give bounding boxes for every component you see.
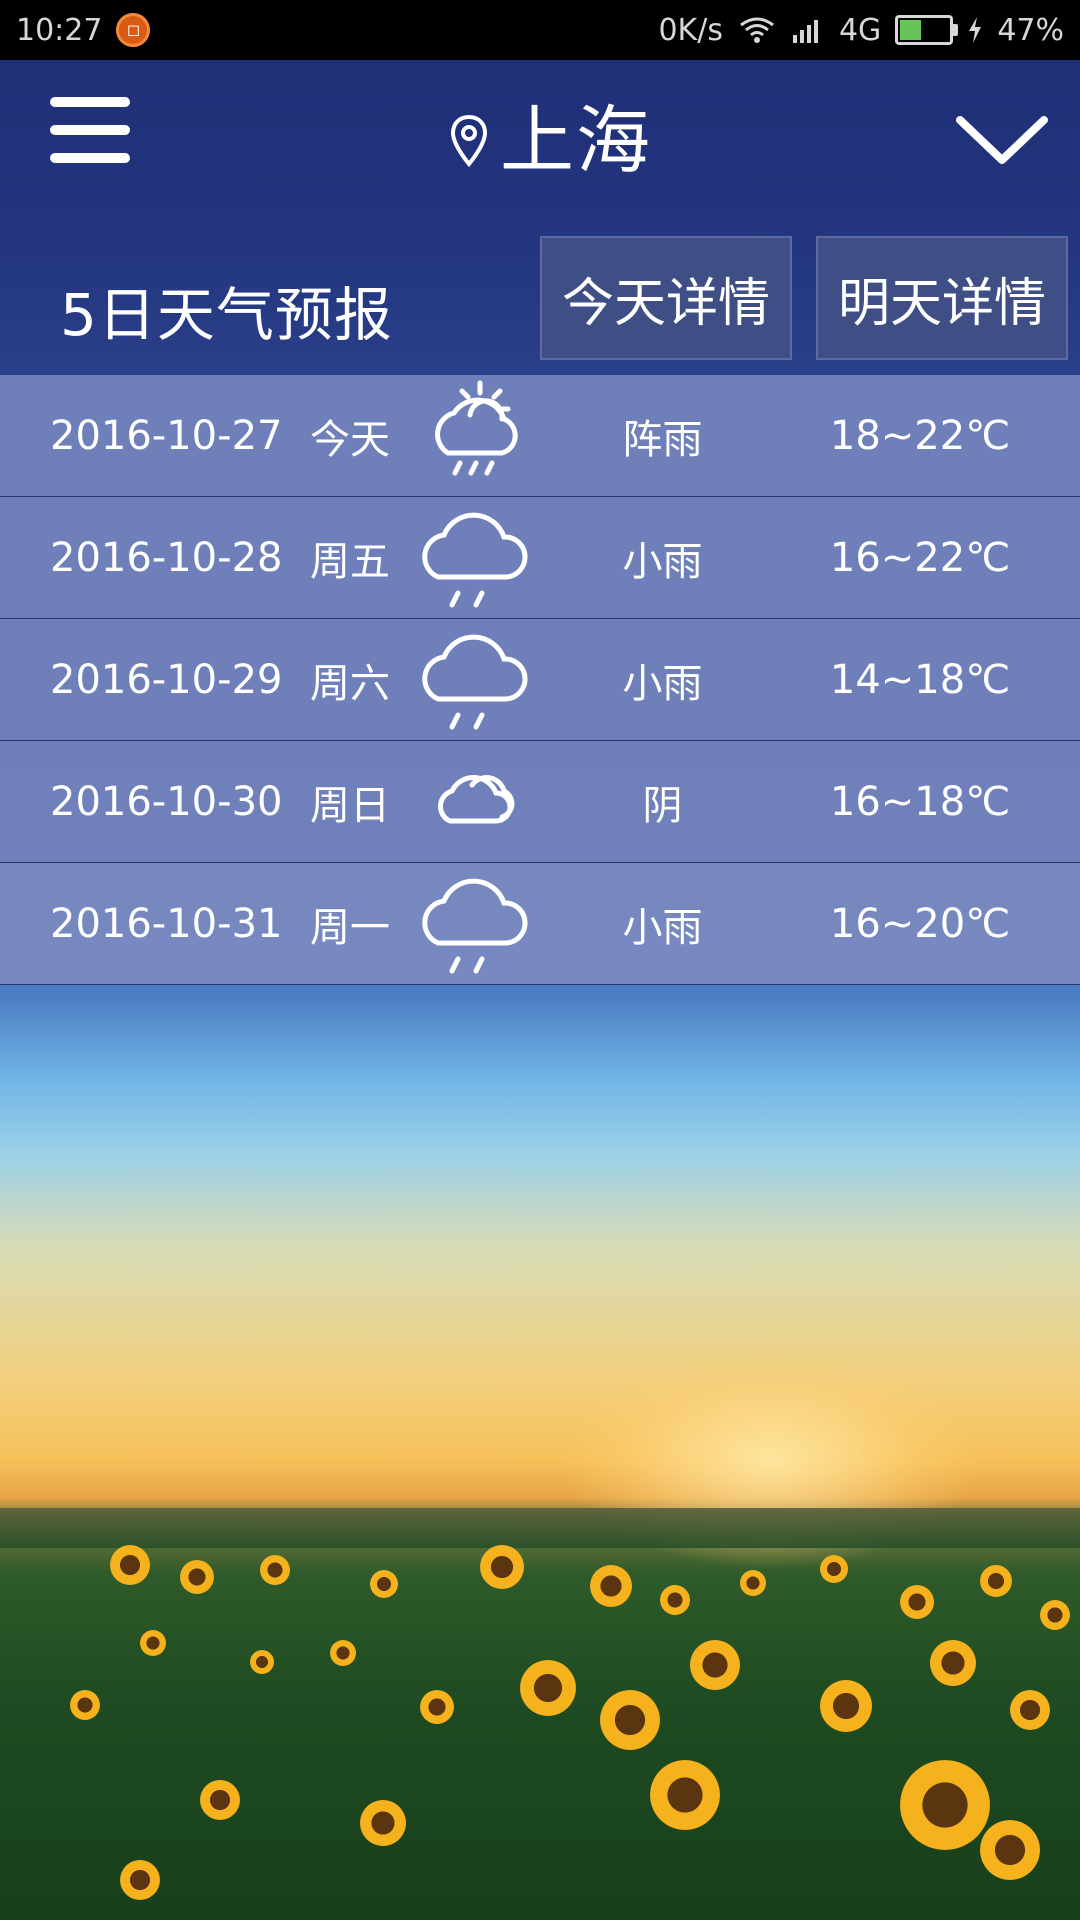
battery-fill xyxy=(900,20,921,40)
forecast-row[interactable]: 2016-10-29 周六 小雨 14~18℃ xyxy=(0,619,1080,741)
forecast-desc: 小雨 xyxy=(622,660,703,707)
sunflower xyxy=(690,1640,740,1690)
sunflower xyxy=(600,1690,660,1750)
app-header: 上海 5日天气预报 今天详情 明天详情 xyxy=(0,60,1080,375)
forecast-desc: 阵雨 xyxy=(622,416,703,463)
sunflower xyxy=(250,1650,274,1674)
forecast-date: 2016-10-27 xyxy=(50,412,283,459)
sunflower xyxy=(820,1555,848,1583)
sunflower xyxy=(70,1690,100,1720)
sunflower xyxy=(480,1545,524,1589)
sunflower xyxy=(370,1570,398,1598)
forecast-day: 周一 xyxy=(310,904,390,951)
sunflower xyxy=(740,1570,766,1596)
forecast-row[interactable]: 2016-10-27 今天 阵雨 18~22℃ xyxy=(0,375,1080,497)
sunflower xyxy=(930,1640,976,1686)
charging-icon xyxy=(969,17,982,43)
tomorrow-details-button[interactable]: 明天详情 xyxy=(816,236,1068,360)
city-selector[interactable]: 上海 xyxy=(448,104,652,178)
location-pin-icon xyxy=(450,114,488,168)
sunflower xyxy=(900,1760,990,1850)
notification-glyph: ◻ xyxy=(126,20,141,39)
sunflower xyxy=(330,1640,356,1666)
forecast-row[interactable]: 2016-10-31 周一 小雨 16~20℃ xyxy=(0,863,1080,985)
rain-cloud-icon xyxy=(422,878,528,974)
sunflower xyxy=(260,1555,290,1585)
forecast-date: 2016-10-29 xyxy=(50,656,283,703)
sunflower xyxy=(980,1565,1012,1597)
menu-icon[interactable] xyxy=(50,90,130,170)
sunflower xyxy=(1040,1600,1070,1630)
sunflower xyxy=(820,1680,872,1732)
network-type: 4G xyxy=(838,12,882,48)
sunflower xyxy=(660,1585,690,1615)
forecast-row[interactable]: 2016-10-30 周日 阴 16~18℃ xyxy=(0,741,1080,863)
notification-icon: ◻ xyxy=(116,13,151,47)
menu-line xyxy=(50,97,130,107)
sunflower xyxy=(180,1560,214,1594)
forecast-list: 2016-10-27 今天 阵雨 18~22℃ 2016-10-28 周五 小雨… xyxy=(0,375,1080,985)
forecast-date: 2016-10-30 xyxy=(50,778,283,825)
forecast-temp: 14~18℃ xyxy=(829,656,1011,703)
menu-line xyxy=(50,153,130,163)
menu-line xyxy=(50,125,130,135)
status-bar: 10:27 ◻ 0K/s 4G 47% xyxy=(0,0,1080,60)
today-details-button[interactable]: 今天详情 xyxy=(540,236,792,360)
forecast-temp: 16~18℃ xyxy=(829,778,1011,825)
sunflower xyxy=(120,1860,160,1900)
treeline xyxy=(0,1508,1080,1548)
status-time: 10:27 xyxy=(16,12,103,48)
sunflower xyxy=(200,1780,240,1820)
sunflower xyxy=(650,1760,720,1830)
battery-percent: 47% xyxy=(997,12,1064,48)
forecast-date: 2016-10-28 xyxy=(50,534,283,581)
forecast-temp: 16~20℃ xyxy=(829,900,1011,947)
chevron-down-icon[interactable] xyxy=(952,100,1052,180)
rain-cloud-icon xyxy=(422,512,528,608)
forecast-temp: 16~22℃ xyxy=(829,534,1011,581)
forecast-desc: 小雨 xyxy=(622,538,703,585)
sunflower xyxy=(980,1820,1040,1880)
signal-icon xyxy=(792,20,818,43)
battery-icon xyxy=(895,15,959,45)
sunflower xyxy=(1010,1690,1050,1730)
sunflower xyxy=(590,1565,632,1607)
sunflower xyxy=(110,1545,150,1585)
forecast-day: 周日 xyxy=(310,782,390,829)
forecast-desc: 阴 xyxy=(642,782,683,829)
sunflower xyxy=(420,1690,454,1724)
city-name: 上海 xyxy=(500,98,652,184)
forecast-title: 5日天气预报 xyxy=(60,281,393,349)
forecast-desc: 小雨 xyxy=(622,904,703,951)
cloudy-icon xyxy=(438,775,515,824)
forecast-day: 今天 xyxy=(310,416,390,463)
sunflower xyxy=(140,1630,166,1656)
forecast-temp: 18~22℃ xyxy=(829,412,1011,459)
rain-cloud-icon xyxy=(422,634,528,730)
forecast-date: 2016-10-31 xyxy=(50,900,283,947)
sunflower xyxy=(360,1800,406,1846)
partly-sunny-rain-icon xyxy=(435,380,518,476)
network-speed: 0K/s xyxy=(658,12,723,48)
sunflower xyxy=(520,1660,576,1716)
status-left: 10:27 ◻ xyxy=(16,12,151,48)
forecast-day: 周六 xyxy=(310,660,390,707)
forecast-day: 周五 xyxy=(310,538,390,585)
status-right: 0K/s 4G 47% xyxy=(658,13,1064,48)
wifi-icon xyxy=(740,17,774,43)
sunflower xyxy=(900,1585,934,1619)
forecast-row[interactable]: 2016-10-28 周五 小雨 16~22℃ xyxy=(0,497,1080,619)
